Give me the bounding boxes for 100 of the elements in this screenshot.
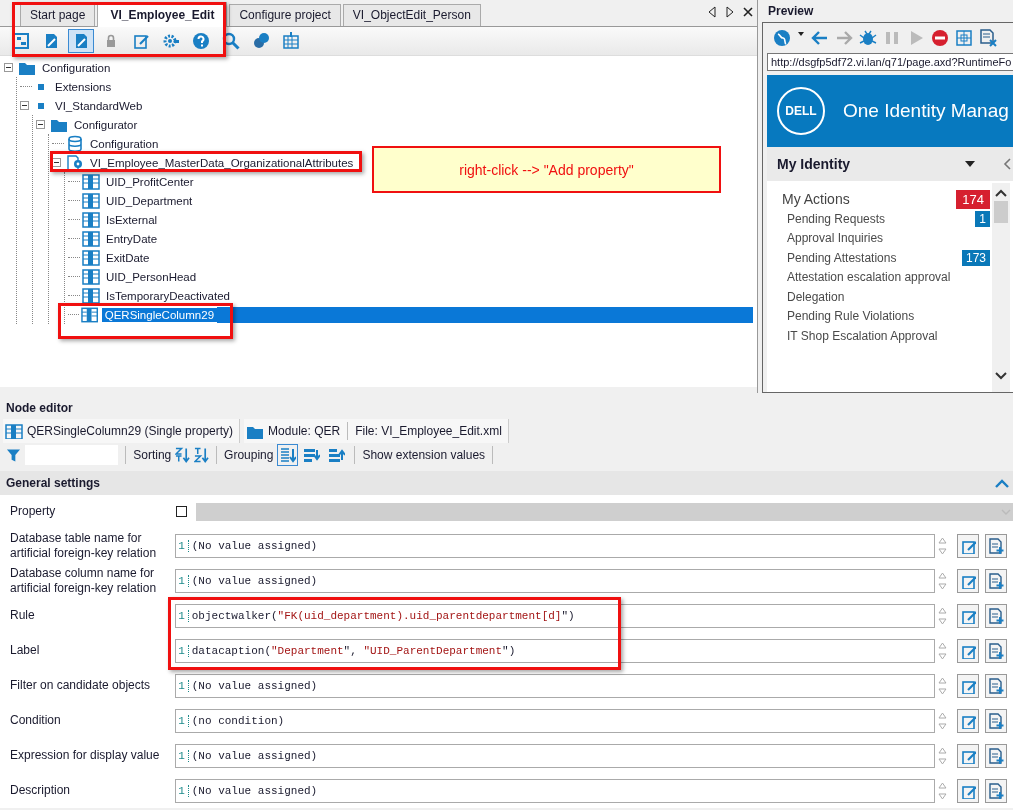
sort-descending-icon[interactable] [194,447,210,463]
scroll-right-icon[interactable] [725,6,735,18]
editor-tab[interactable]: Start page [20,4,96,26]
code-field[interactable]: 1 (No value assigned) [175,778,936,803]
line-number: 1 [176,539,189,552]
code-field[interactable]: 1 (No value assigned) [175,568,936,593]
column-icon [82,191,100,210]
tree-item[interactable]: VI_StandardWeb [52,98,146,113]
code-field[interactable]: 1 (no condition) [175,708,936,733]
document-add-icon [988,572,1005,589]
add-button[interactable] [985,778,1007,803]
help-icon [192,32,210,50]
add-button[interactable] [985,603,1007,628]
scroll-thumb[interactable] [994,201,1008,223]
checkbox[interactable] [176,506,187,517]
stop-icon[interactable] [931,29,949,47]
field-label: Database table name for artificial foreign-key relation [9,530,158,561]
menu-link[interactable]: Delegation [787,289,990,304]
scroll-up-icon[interactable] [995,189,1007,197]
edit-button[interactable] [957,673,980,698]
count-badge: 1 [975,210,990,227]
code-field[interactable]: 1 (No value assigned) [175,743,936,768]
menu-link[interactable]: Pending Attestations [787,250,962,265]
tree-item[interactable]: ExitDate [103,250,153,265]
code-text: datacaption("Department", "UID_ParentDepartment") [190,644,516,657]
url-field[interactable]: http://dsgfp5df72.vi.lan/q71/page.axd?RuntimeFo [767,53,1013,71]
edit-button[interactable] [957,778,980,803]
tree-item[interactable]: VI_Employee_MasterData_OrganizationalAttributes [87,155,357,170]
edit-button[interactable] [957,708,980,733]
field-label: Filter on candidate objects [9,678,152,693]
code-field[interactable]: 1 (No value assigned) [175,673,936,698]
grouping-button[interactable] [277,444,299,466]
menu-link[interactable]: IT Shop Escalation Approval [787,328,990,343]
column-icon [81,305,99,324]
collapse-icon[interactable] [4,63,13,72]
scroll-down-icon[interactable] [995,372,1007,380]
menu-link[interactable]: Pending Requests [787,211,976,226]
code-field[interactable]: 1 datacaption("Department", "UID_ParentDepartment") [175,638,936,663]
tree-item[interactable]: EntryDate [103,231,161,246]
toolbar-button[interactable] [68,29,94,53]
edit-button[interactable] [957,568,980,593]
collapse-icon[interactable] [36,120,45,129]
menu-section-title[interactable]: My Actions [782,191,957,207]
scroll-left-icon[interactable] [707,6,717,18]
dropdown-caret-icon[interactable] [965,161,976,167]
sorting-label: Sorting [133,448,172,462]
tree-item[interactable]: UID_PersonHead [103,269,200,284]
tree-item[interactable]: Configurator [71,117,141,132]
menu-link[interactable]: Pending Rule Violations [787,309,990,324]
edit-icon [132,32,150,50]
add-button[interactable] [985,743,1007,768]
bug-icon[interactable] [859,29,877,47]
node-icon [38,102,44,109]
code-text: (No value assigned) [190,539,318,552]
tree-item[interactable]: IsTemporaryDeactivated [103,288,233,303]
menu-link[interactable]: Attestation escalation approval [787,270,990,285]
tree-item[interactable]: QERSingleColumn29 [101,307,218,322]
target-frame-icon[interactable] [955,29,973,47]
collapse-icon[interactable] [20,101,29,110]
add-button[interactable] [985,568,1007,593]
collapse-chevron-icon[interactable] [1003,158,1012,170]
field-label: Label [9,643,41,658]
edit-button[interactable] [957,603,980,628]
add-button[interactable] [985,673,1007,698]
sort-ascending-icon[interactable] [175,447,191,463]
close-icon[interactable] [743,6,753,18]
collapse-chevron-icon[interactable] [995,478,1009,488]
edit-button[interactable] [957,533,980,558]
scrollbar[interactable] [992,183,1010,392]
node-icon [38,83,44,90]
tree-item[interactable]: UID_ProfitCenter [103,174,197,189]
field-label: Condition [9,713,62,728]
grouping-label: Grouping [224,448,274,462]
back-arrow-icon[interactable] [811,29,829,47]
tree-item[interactable]: UID_Department [103,193,196,208]
show-extension-values-button[interactable]: Show extension values [362,448,486,462]
edit-button[interactable] [957,638,980,663]
add-button[interactable] [985,533,1007,558]
edit-button[interactable] [957,743,980,768]
menu-link[interactable]: Approval Inquiries [787,231,990,246]
collapse-icon[interactable] [52,158,61,167]
tree-item[interactable]: Extensions [52,79,115,94]
code-field[interactable]: 1 objectwalker("FK(uid_department).uid_parentdepartment[d]") [175,603,936,628]
app-title: One Identity Manag [843,100,1009,122]
code-field[interactable]: 1 (No value assigned) [175,533,936,558]
count-badge: 174 [956,189,990,209]
dropdown-field[interactable] [196,502,1013,521]
editor-tab[interactable]: Configure project [229,4,341,26]
tree-item[interactable]: IsExternal [103,212,161,227]
filter-icon[interactable] [6,447,21,463]
tree-item[interactable]: Configuration [39,60,114,75]
document-close-icon[interactable] [979,29,997,47]
column-icon [82,267,100,286]
line-number: 1 [176,714,189,727]
code-text: objectwalker("FK(uid_department).uid_parentdepartment[d]") [190,609,575,622]
add-button[interactable] [985,638,1007,663]
tree-item[interactable]: Configuration [87,136,162,151]
add-button[interactable] [985,708,1007,733]
document-add-icon [988,747,1005,764]
editor-tab[interactable]: VI_ObjectEdit_Person [342,4,481,26]
